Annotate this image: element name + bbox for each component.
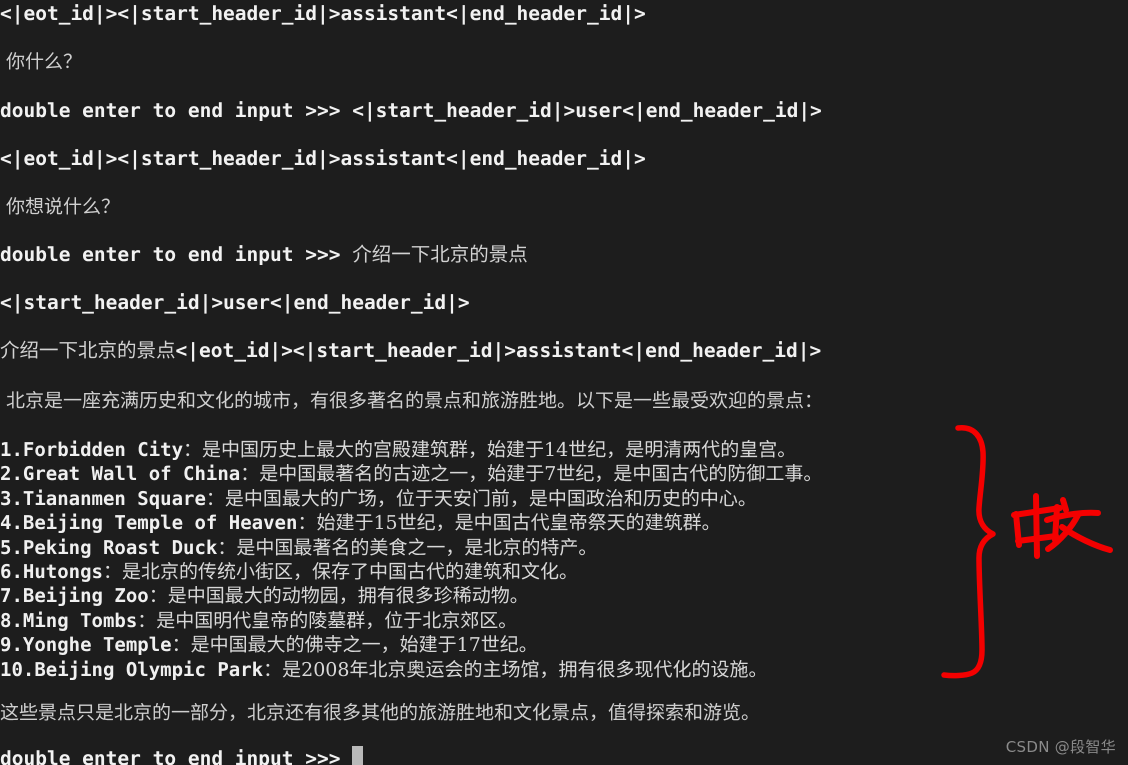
attraction-name: Peking Roast Duck bbox=[22, 536, 218, 559]
terminal-line-attractions-heading: 北京是一座充满历史和文化的城市，有很多著名的景点和旅游胜地。以下是一些最受欢迎的… bbox=[0, 390, 824, 412]
attraction-number: 6. bbox=[0, 561, 23, 583]
attraction-number: 5. bbox=[0, 536, 23, 559]
terminal-line-closing-paragraph: 这些景点只是北京的一部分，北京还有很多其他的旅游胜地和文化景点，值得探索和游览。 bbox=[0, 702, 761, 724]
attraction-item: 7.Beijing Zoo：是中国最大的动物园，拥有很多珍稀动物。 bbox=[0, 584, 529, 608]
attraction-description: ：是中国最著名的古迹之一，始建于7世纪，是中国古代的防御工事。 bbox=[240, 463, 823, 486]
attraction-item: 1.Forbidden City：是中国历史上最大的宫殿建筑群，始建于14世纪，… bbox=[0, 438, 796, 462]
attraction-number: 3. bbox=[0, 487, 23, 510]
terminal-line-assistant-header-2: <|eot_id|><|start_header_id|>assistant<|… bbox=[0, 147, 646, 170]
attraction-item: 2.Great Wall of China：是中国最著名的古迹之一，始建于7世纪… bbox=[0, 462, 822, 486]
terminal-line-assistant-reply-1: 你什么？ bbox=[0, 51, 83, 73]
terminal-line-user-header-2: <|start_header_id|>user<|end_header_id|> bbox=[0, 291, 470, 314]
attraction-item: 5.Peking Roast Duck：是中国最著名的美食之一，是北京的特产。 bbox=[0, 536, 597, 560]
attraction-number: 7. bbox=[0, 585, 23, 608]
attraction-name: Beijing Zoo bbox=[22, 585, 149, 608]
attraction-name: Yonghe Temple bbox=[22, 634, 172, 657]
attraction-name: Great Wall of China bbox=[22, 463, 241, 486]
user-echo-text: 介绍一下北京的景点 bbox=[0, 339, 176, 362]
terminal-line-final-prompt: double enter to end input >>> bbox=[0, 747, 353, 765]
csdn-watermark: CSDN @段智华 bbox=[1005, 738, 1116, 756]
attraction-name: Beijing Olympic Park bbox=[34, 658, 264, 681]
attraction-description: ：始建于15世纪，是中国古代皇帝祭天的建筑群。 bbox=[297, 512, 721, 535]
attraction-item: 4.Beijing Temple of Heaven：始建于15世纪，是中国古代… bbox=[0, 511, 721, 535]
attraction-description: ：是中国最大的动物园，拥有很多珍稀动物。 bbox=[148, 585, 529, 608]
attraction-description: ：是中国最大的广场，位于天安门前，是中国政治和历史的中心。 bbox=[205, 487, 757, 510]
red-curly-brace-icon bbox=[941, 425, 996, 679]
terminal-line-user-echo-assistant-header: 介绍一下北京的景点<|eot_id|><|start_header_id|>as… bbox=[0, 339, 821, 363]
terminal-window[interactable]: <|eot_id|><|start_header_id|>assistant<|… bbox=[0, 0, 1128, 765]
attraction-item: 6.Hutongs：是北京的传统小街区，保存了中国古代的建筑和文化。 bbox=[0, 560, 578, 584]
user-input-text: 介绍一下北京的景点 bbox=[352, 243, 528, 266]
attraction-number: 4. bbox=[0, 512, 23, 535]
attraction-name: Ming Tombs bbox=[22, 609, 138, 632]
attraction-name: Forbidden City bbox=[22, 439, 184, 461]
terminal-cursor bbox=[352, 746, 363, 765]
attraction-number: 8. bbox=[0, 609, 23, 632]
attraction-description: ：是中国明代皇帝的陵墓群，位于北京郊区。 bbox=[137, 609, 518, 632]
terminal-line-prompt-user-input: double enter to end input >>> 介绍一下北京的景点 bbox=[0, 243, 528, 267]
attraction-number: 1. bbox=[0, 439, 23, 461]
attraction-description: ：是中国最大的佛寺之一，始建于17世纪。 bbox=[171, 634, 538, 657]
attraction-number: 2. bbox=[0, 463, 23, 486]
terminal-line-assistant-reply-2: 你想说什么？ bbox=[0, 196, 121, 218]
terminal-line-prompt-user-header-1: double enter to end input >>> <|start_he… bbox=[0, 99, 822, 122]
attraction-number: 9. bbox=[0, 634, 23, 657]
attraction-description: ：是北京的传统小街区，保存了中国古代的建筑和文化。 bbox=[102, 561, 578, 583]
assistant-header-token: <|eot_id|><|start_header_id|>assistant<|… bbox=[175, 339, 822, 362]
attraction-description: ：是中国历史上最大的宫殿建筑群，始建于14世纪，是明清两代的皇宫。 bbox=[183, 439, 797, 461]
terminal-line-assistant-header-1: <|eot_id|><|start_header_id|>assistant<|… bbox=[0, 2, 646, 25]
attraction-item: 10.Beijing Olympic Park：是2008年北京奥运会的主场馆，… bbox=[0, 658, 767, 682]
attraction-item: 3.Tiananmen Square：是中国最大的广场，位于天安门前，是中国政治… bbox=[0, 487, 757, 511]
attraction-number: 10. bbox=[0, 658, 35, 681]
attraction-item: 8.Ming Tombs：是中国明代皇帝的陵墓群，位于北京郊区。 bbox=[0, 609, 517, 633]
attraction-name: Hutongs bbox=[22, 561, 103, 583]
attraction-name: Tiananmen Square bbox=[22, 487, 206, 510]
attraction-description: ：是中国最著名的美食之一，是北京的特产。 bbox=[217, 536, 598, 559]
attraction-description: ：是2008年北京奥运会的主场馆，拥有很多现代化的设施。 bbox=[263, 658, 768, 681]
attraction-item: 9.Yonghe Temple：是中国最大的佛寺之一，始建于17世纪。 bbox=[0, 633, 538, 657]
prompt-text: double enter to end input >>> bbox=[0, 243, 353, 266]
attraction-name: Beijing Temple of Heaven bbox=[22, 512, 298, 535]
